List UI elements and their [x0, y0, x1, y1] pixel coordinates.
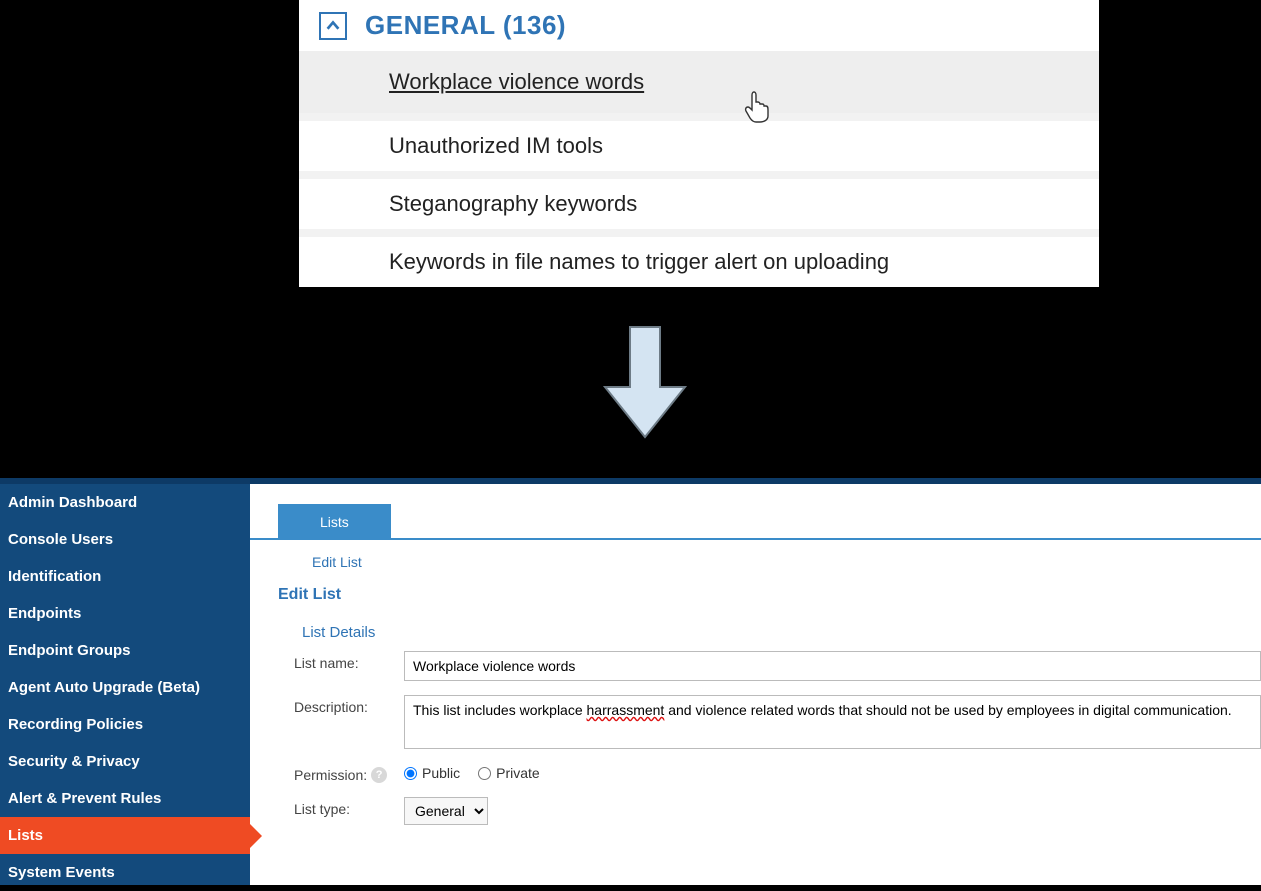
sidebar-item-admin-dashboard[interactable]: Admin Dashboard [0, 484, 250, 521]
list-row-steganography-keywords[interactable]: Steganography keywords [299, 171, 1099, 229]
section-list-details: List Details [250, 618, 1261, 651]
breadcrumb[interactable]: Edit List [250, 540, 1261, 578]
sidebar-item-endpoint-groups[interactable]: Endpoint Groups [0, 632, 250, 669]
collapse-icon[interactable] [319, 12, 347, 40]
sidebar-item-lists[interactable]: Lists [0, 817, 250, 854]
section-title: GENERAL (136) [365, 10, 566, 41]
sidebar-item-security-privacy[interactable]: Security & Privacy [0, 743, 250, 780]
sidebar-item-alert-prevent-rules[interactable]: Alert & Prevent Rules [0, 780, 250, 817]
list-row-keywords-file-names[interactable]: Keywords in file names to trigger alert … [299, 229, 1099, 287]
list-type-select[interactable]: General [404, 797, 488, 825]
sidebar: Admin Dashboard Console Users Identifica… [0, 484, 250, 885]
list-row-unauthorized-im-tools[interactable]: Unauthorized IM tools [299, 113, 1099, 171]
radio-public[interactable]: Public [404, 765, 460, 781]
description-text-before: This list includes workplace [413, 702, 587, 718]
page-title: Edit List [250, 578, 1261, 618]
sidebar-item-recording-policies[interactable]: Recording Policies [0, 706, 250, 743]
edit-list-form: List name: Description: This list includ… [250, 651, 1261, 825]
sidebar-item-agent-auto-upgrade[interactable]: Agent Auto Upgrade (Beta) [0, 669, 250, 706]
sidebar-item-system-events[interactable]: System Events [0, 854, 250, 891]
label-list-type: List type: [294, 797, 404, 817]
radio-private[interactable]: Private [478, 765, 540, 781]
sidebar-item-endpoints[interactable]: Endpoints [0, 595, 250, 632]
general-list-panel: GENERAL (136) Workplace violence words U… [299, 0, 1099, 287]
radio-private-label: Private [496, 765, 540, 781]
list-row-workplace-violence-words[interactable]: Workplace violence words [299, 51, 1099, 113]
sidebar-item-identification[interactable]: Identification [0, 558, 250, 595]
main-content: Lists Edit List Edit List List Details L… [250, 484, 1261, 885]
section-header-general[interactable]: GENERAL (136) [299, 0, 1099, 51]
down-arrow-icon [600, 322, 690, 442]
instruction-top-region: GENERAL (136) Workplace violence words U… [0, 0, 1261, 478]
sidebar-item-console-users[interactable]: Console Users [0, 521, 250, 558]
label-permission: Permission: ? [294, 763, 404, 783]
radio-public-label: Public [422, 765, 460, 781]
app-region: Admin Dashboard Console Users Identifica… [0, 478, 1261, 885]
permission-radio-group: Public Private [404, 763, 540, 781]
description-text-after: and violence related words that should n… [664, 702, 1231, 718]
radio-public-input[interactable] [404, 767, 417, 780]
radio-private-input[interactable] [478, 767, 491, 780]
description-textarea[interactable]: This list includes workplace harrassment… [404, 695, 1261, 749]
label-list-name: List name: [294, 651, 404, 671]
list-name-input[interactable] [404, 651, 1261, 681]
help-icon[interactable]: ? [371, 767, 387, 783]
misspelled-word: harrassment [587, 702, 665, 718]
tab-lists[interactable]: Lists [278, 504, 391, 540]
label-description: Description: [294, 695, 404, 715]
